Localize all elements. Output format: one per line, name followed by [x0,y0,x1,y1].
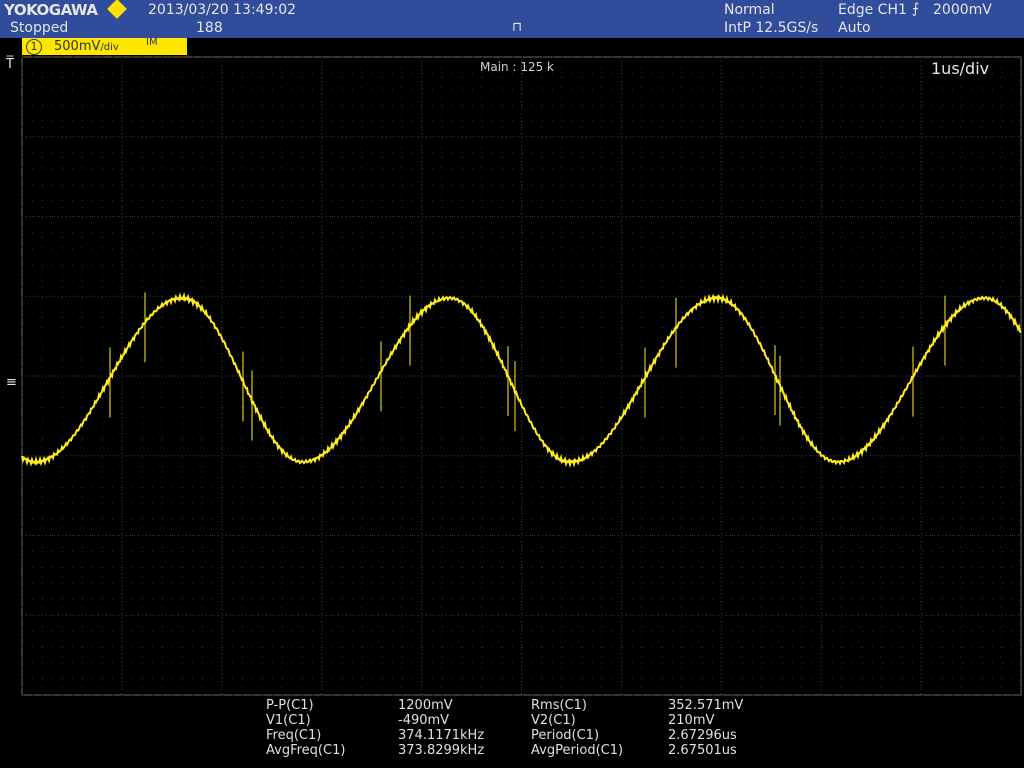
measurement-value: -490mV [398,713,450,728]
measurement-value: 2.67296us [668,728,737,743]
timebase: 1us/div [931,59,990,78]
measurement-value: 373.8299kHz [398,743,485,758]
measurement-name: AvgPeriod(C1) [531,743,624,758]
main-record-label: Main : 125 k [480,60,554,74]
measurement-value: 2.67501us [668,743,737,758]
measurement-name: Rms(C1) [531,698,587,713]
measurement-name: Freq(C1) [266,728,322,743]
measurement-value: 1200mV [398,698,453,713]
measurement-value: 374.1171kHz [398,728,485,743]
measurement-name: Period(C1) [531,728,600,743]
measurement-name: P-P(C1) [266,698,314,713]
measurement-name: V2(C1) [531,713,576,728]
waveform-display [21,56,1022,696]
ground-level-icon: ≡ [6,375,17,390]
measurement-name: V1(C1) [266,713,311,728]
measurement-value: 210mV [668,713,715,728]
measurement-name: AvgFreq(C1) [266,743,346,758]
measurement-value: 352.571mV [668,698,744,713]
trigger-marker-icon: T̅ [6,57,14,72]
grid-border [21,56,1022,696]
